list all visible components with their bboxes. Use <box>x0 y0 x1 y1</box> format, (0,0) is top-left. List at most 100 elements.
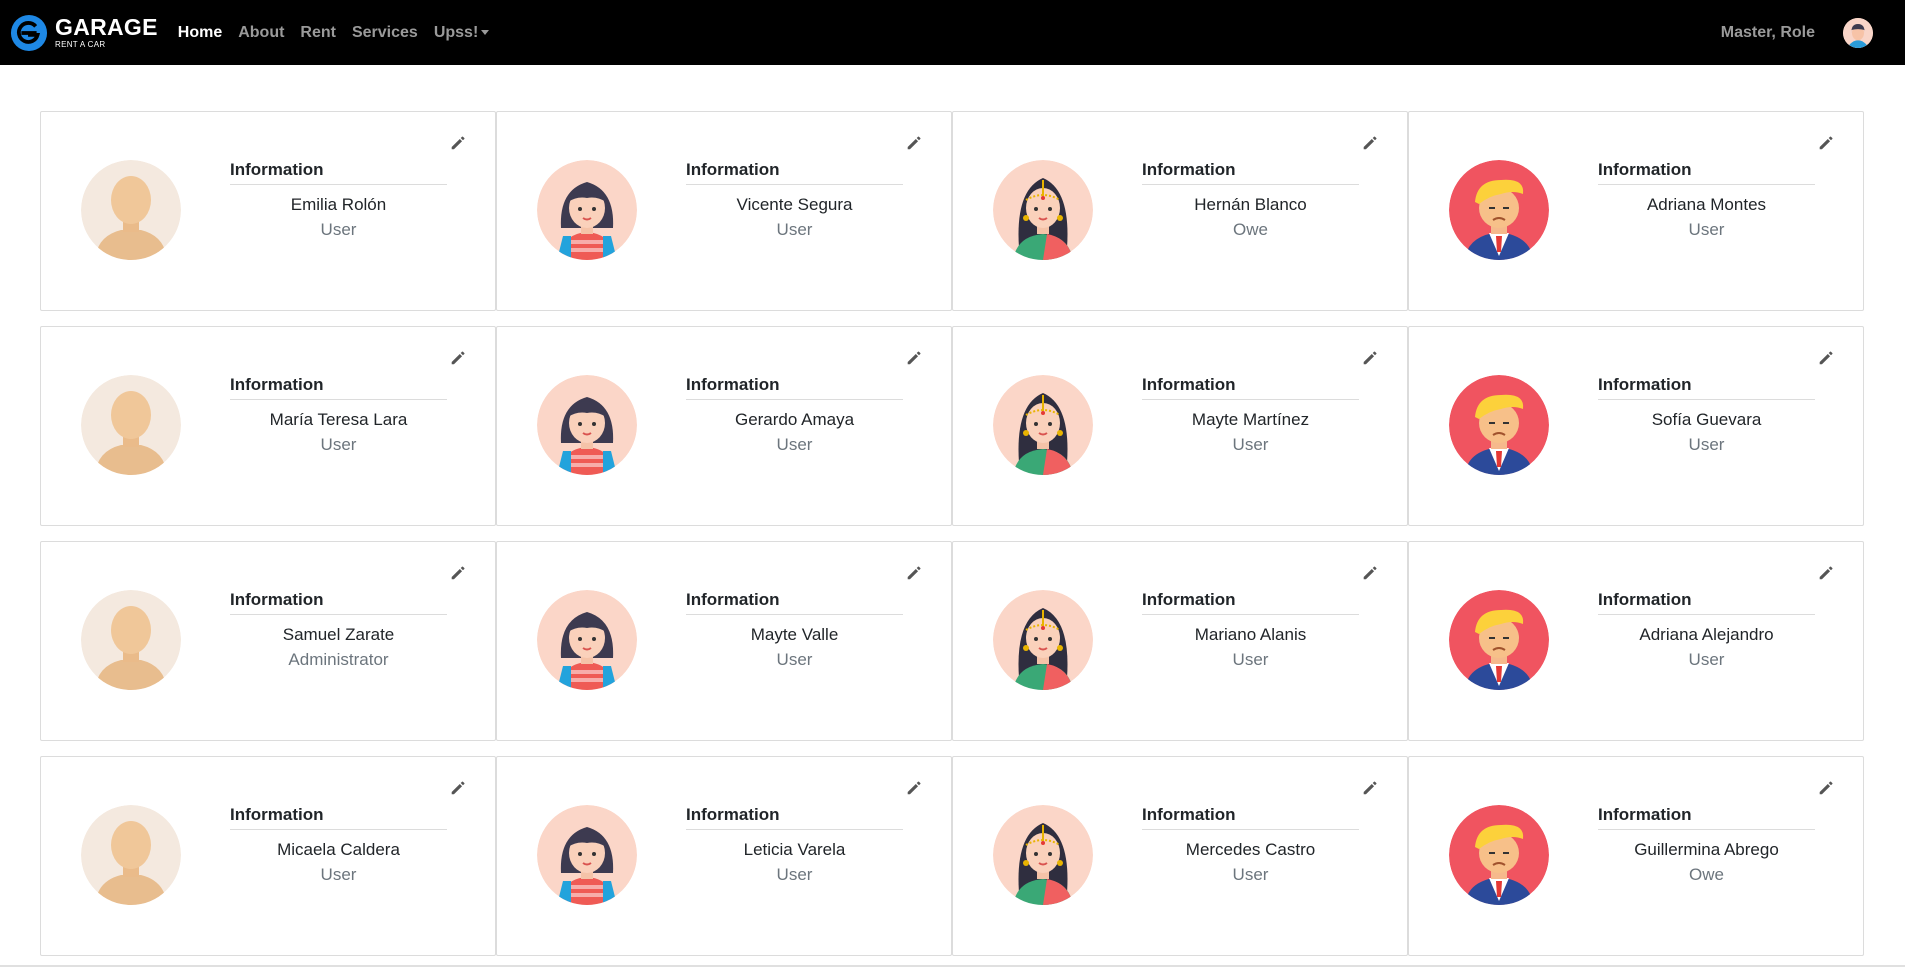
user-role: User <box>320 865 357 884</box>
card-title: Information <box>1598 805 1815 830</box>
avatar <box>537 375 637 475</box>
pencil-icon[interactable] <box>449 779 467 797</box>
user-card: Information Gerardo Amaya User <box>496 326 952 526</box>
user-full-name: Adriana Alejandro <box>1639 625 1774 644</box>
nav-home[interactable]: Home <box>170 24 230 42</box>
user-full-name: Guillermina Abrego <box>1634 840 1779 859</box>
caret-down-icon <box>481 29 490 35</box>
pencil-icon[interactable] <box>905 349 923 367</box>
user-role: Administrator <box>288 650 389 669</box>
pencil-icon[interactable] <box>905 779 923 797</box>
user-role: Owe <box>1689 865 1724 884</box>
user-role: User <box>776 865 813 884</box>
nav-upss-label: Upss! <box>433 23 479 41</box>
card-title: Information <box>1142 590 1359 615</box>
user-role: User <box>320 435 357 454</box>
user-card: Information Hernán Blanco Owe <box>952 111 1408 311</box>
card-title: Information <box>230 805 447 830</box>
pencil-icon[interactable] <box>1361 134 1379 152</box>
user-card: Information María Teresa Lara User <box>40 326 496 526</box>
user-full-name: Adriana Montes <box>1646 195 1767 214</box>
avatar <box>81 590 181 690</box>
user-role: User <box>320 220 357 239</box>
card-title: Information <box>230 375 447 400</box>
nav-menu: Home About Rent Services Upss! <box>170 24 498 42</box>
avatar <box>993 160 1093 260</box>
user-full-name: María Teresa Lara <box>269 410 408 429</box>
avatar <box>81 160 181 260</box>
user-role: User <box>1232 650 1269 669</box>
user-role: User <box>776 220 813 239</box>
pencil-icon[interactable] <box>449 349 467 367</box>
avatar <box>993 375 1093 475</box>
avatar <box>993 805 1093 905</box>
card-title: Information <box>1598 590 1815 615</box>
pencil-icon[interactable] <box>1361 349 1379 367</box>
user-card: Information Adriana Montes User <box>1408 111 1864 311</box>
avatar <box>1449 590 1549 690</box>
card-title: Information <box>1598 160 1815 185</box>
pencil-icon[interactable] <box>449 564 467 582</box>
avatar <box>81 375 181 475</box>
nav-rent[interactable]: Rent <box>292 24 344 42</box>
user-role: User <box>1688 220 1725 239</box>
avatar <box>1449 375 1549 475</box>
user-role: User <box>1232 865 1269 884</box>
pencil-icon[interactable] <box>1361 564 1379 582</box>
user-full-name: Mayte Valle <box>750 625 839 644</box>
card-title: Information <box>686 375 903 400</box>
pencil-icon[interactable] <box>1817 349 1835 367</box>
user-role: User <box>1232 435 1269 454</box>
pencil-icon[interactable] <box>1817 134 1835 152</box>
user-avatar-icon[interactable] <box>1843 17 1873 48</box>
card-title: Information <box>1142 160 1359 185</box>
user-full-name: Gerardo Amaya <box>734 410 855 429</box>
avatar <box>537 160 637 260</box>
pencil-icon[interactable] <box>449 134 467 152</box>
user-card: Information Adriana Alejandro User <box>1408 541 1864 741</box>
user-full-name: Sofía Guevara <box>1651 410 1762 429</box>
nav-upss-dropdown[interactable]: Upss! <box>426 24 497 42</box>
user-card: Information Guillermina Abrego Owe <box>1408 756 1864 956</box>
pencil-icon[interactable] <box>1817 779 1835 797</box>
user-card: Information Mayte Valle User <box>496 541 952 741</box>
brand-link[interactable]: GARAGE RENT A CAR <box>10 14 158 52</box>
user-full-name: Mariano Alanis <box>1194 625 1307 644</box>
brand-tagline: RENT A CAR <box>55 40 106 49</box>
avatar <box>993 590 1093 690</box>
pencil-icon[interactable] <box>1817 564 1835 582</box>
card-title: Information <box>686 160 903 185</box>
user-role: User <box>1688 435 1725 454</box>
avatar <box>1449 160 1549 260</box>
user-card: Information Samuel Zarate Administrator <box>40 541 496 741</box>
avatar <box>537 805 637 905</box>
card-title: Information <box>1142 805 1359 830</box>
user-card: Information Mercedes Castro User <box>952 756 1408 956</box>
brand-name: GARAGE <box>55 14 158 40</box>
avatar <box>537 590 637 690</box>
user-full-name: Hernán Blanco <box>1194 195 1307 214</box>
user-card: Information Mayte Martínez User <box>952 326 1408 526</box>
user-card: Information Micaela Caldera User <box>40 756 496 956</box>
card-title: Information <box>686 805 903 830</box>
user-role: User <box>776 435 813 454</box>
user-card: Information Emilia Rolón User <box>40 111 496 311</box>
nav-services[interactable]: Services <box>344 24 426 42</box>
pencil-icon[interactable] <box>905 134 923 152</box>
top-navbar: GARAGE RENT A CAR Home About Rent Servic… <box>0 0 1905 65</box>
pencil-icon[interactable] <box>905 564 923 582</box>
user-card: Information Vicente Segura User <box>496 111 952 311</box>
nav-about[interactable]: About <box>230 24 292 42</box>
avatar <box>1449 805 1549 905</box>
user-full-name: Samuel Zarate <box>282 625 395 644</box>
user-card: Information Leticia Varela User <box>496 756 952 956</box>
user-full-name: Leticia Varela <box>743 840 846 859</box>
user-full-name: Micaela Caldera <box>277 840 400 859</box>
user-card: Information Sofía Guevara User <box>1408 326 1864 526</box>
card-title: Information <box>1598 375 1815 400</box>
user-role: User <box>776 650 813 669</box>
pencil-icon[interactable] <box>1361 779 1379 797</box>
user-card: Information Mariano Alanis User <box>952 541 1408 741</box>
user-name[interactable]: Master, Role <box>1721 24 1815 42</box>
user-card-grid: Information Emilia Rolón User Informatio… <box>40 111 1864 956</box>
